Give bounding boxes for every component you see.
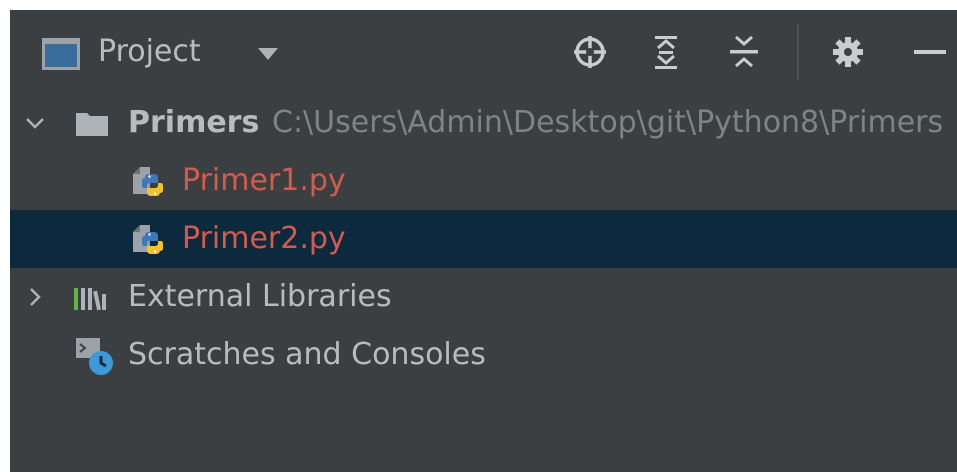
gear-icon[interactable]	[828, 32, 868, 72]
tree-row-file-selected[interactable]: Primer2.py	[10, 210, 957, 268]
project-tree: Primers C:\Users\Admin\Desktop\git\Pytho…	[10, 94, 957, 384]
toolbar-separator	[797, 24, 799, 80]
external-libraries-label: External Libraries	[128, 279, 392, 314]
root-folder-name: Primers	[128, 105, 260, 140]
scratches-label: Scratches and Consoles	[128, 337, 486, 372]
tree-row-scratches[interactable]: Scratches and Consoles	[10, 326, 957, 384]
tree-row-file[interactable]: Primer1.py	[10, 152, 957, 210]
chevron-right-icon[interactable]	[24, 286, 46, 308]
file-name: Primer1.py	[182, 163, 346, 198]
collapse-all-icon[interactable]	[724, 32, 764, 72]
file-name: Primer2.py	[182, 221, 346, 256]
library-icon	[74, 288, 106, 311]
scratches-icon	[76, 338, 113, 375]
python-file-icon	[133, 225, 163, 254]
project-tool-window: Project Primers C:\Users\Admin\Desktop\g…	[10, 10, 957, 472]
expand-all-icon[interactable]	[646, 32, 686, 72]
view-selector-dropdown-icon[interactable]	[258, 48, 278, 60]
view-selector-label[interactable]: Project	[98, 32, 201, 72]
project-view-icon	[42, 38, 80, 70]
minimize-icon[interactable]	[910, 32, 950, 72]
folder-icon	[76, 113, 108, 136]
chevron-down-icon[interactable]	[24, 112, 46, 134]
tree-row-root[interactable]: Primers C:\Users\Admin\Desktop\git\Pytho…	[10, 94, 957, 152]
python-file-icon	[133, 167, 163, 196]
tool-window-header: Project	[10, 10, 957, 90]
root-folder-path: C:\Users\Admin\Desktop\git\Python8\Prime…	[272, 105, 944, 140]
tree-row-external-libraries[interactable]: External Libraries	[10, 268, 957, 326]
locate-icon[interactable]	[570, 32, 610, 72]
